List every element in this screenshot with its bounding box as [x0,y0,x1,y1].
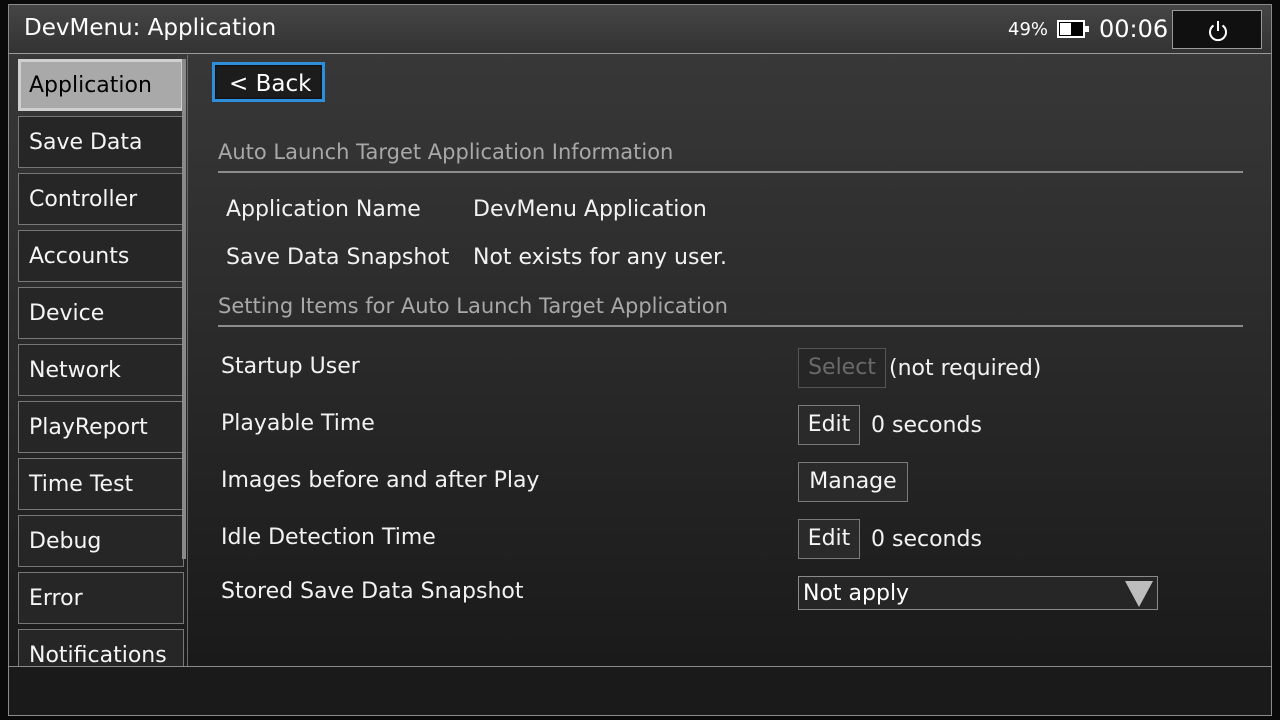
dropdown-selected-value: Not apply [803,581,910,606]
startup-user-label: Startup User [221,354,360,379]
sidebar-item-application[interactable]: Application [18,59,184,111]
edit-playable-time-button[interactable]: Edit [798,405,860,445]
battery-fill [1060,23,1071,35]
startup-user-value: (not required) [889,356,1042,381]
app-frame: DevMenu: Application 49% 00:06 Applicati… [8,4,1272,716]
sidebar-item-label: PlayReport [29,415,148,440]
content-divider [187,55,188,666]
sidebar-item-label: Save Data [29,130,143,155]
app-title: DevMenu: Application [24,15,277,41]
playable-time-label: Playable Time [221,411,375,436]
battery-icon [1057,20,1089,38]
sidebar-item-notifications[interactable]: Notifications [18,629,184,666]
back-button[interactable]: < Back [212,62,325,102]
sidebar-item-network[interactable]: Network [18,344,184,396]
settings-section-rule [218,325,1243,327]
title-bar: DevMenu: Application 49% 00:06 [9,5,1271,54]
sidebar-item-device[interactable]: Device [18,287,184,339]
sidebar-item-label: Application [29,73,152,98]
sidebar-item-debug[interactable]: Debug [18,515,184,567]
sidebar-item-label: Accounts [29,244,130,269]
triangle-down-icon [1125,581,1153,607]
sidebar-item-time-test[interactable]: Time Test [18,458,184,510]
sidebar: Application Save Data Controller Accounts De… [18,59,184,666]
save-data-snapshot-value: Not exists for any user. [473,245,727,270]
sidebar-item-label: Notifications [29,643,167,666]
stored-save-data-snapshot-dropdown[interactable]: Not apply [798,576,1158,610]
sidebar-item-accounts[interactable]: Accounts [18,230,184,282]
sidebar-item-playreport[interactable]: PlayReport [18,401,184,453]
sidebar-item-label: Debug [29,529,102,554]
settings-section-title: Setting Items for Auto Launch Target App… [218,294,728,318]
playable-time-value: 0 seconds [871,413,982,438]
idle-detection-time-label: Idle Detection Time [221,525,436,550]
power-button[interactable] [1172,10,1262,49]
info-section-title: Auto Launch Target Application Informati… [218,140,674,164]
footer-divider [9,666,1271,667]
battery-percent: 49% [1008,19,1049,40]
images-before-after-play-label: Images before and after Play [221,468,540,493]
manage-images-button[interactable]: Manage [798,462,908,502]
select-user-button[interactable]: Select [798,348,886,388]
sidebar-item-label: Device [29,301,105,326]
info-section-rule [218,171,1243,173]
sidebar-item-label: Error [29,586,83,611]
back-button-label: < Back [229,71,312,97]
sidebar-item-label: Controller [29,187,138,212]
clock: 00:06 [1099,15,1169,43]
save-data-snapshot-label: Save Data Snapshot [226,245,450,270]
sidebar-item-label: Network [29,358,121,383]
sidebar-item-error[interactable]: Error [18,572,184,624]
sidebar-item-save-data[interactable]: Save Data [18,116,184,168]
application-name-label: Application Name [226,197,421,222]
battery-nub [1085,26,1089,32]
stored-save-data-snapshot-label: Stored Save Data Snapshot [221,579,524,604]
sidebar-scrollbar[interactable] [182,59,186,559]
application-name-value: DevMenu Application [473,197,707,222]
sidebar-item-controller[interactable]: Controller [18,173,184,225]
edit-idle-detection-time-button[interactable]: Edit [798,519,860,559]
sidebar-item-label: Time Test [29,472,134,497]
idle-detection-time-value: 0 seconds [871,527,982,552]
power-icon [1209,21,1227,42]
